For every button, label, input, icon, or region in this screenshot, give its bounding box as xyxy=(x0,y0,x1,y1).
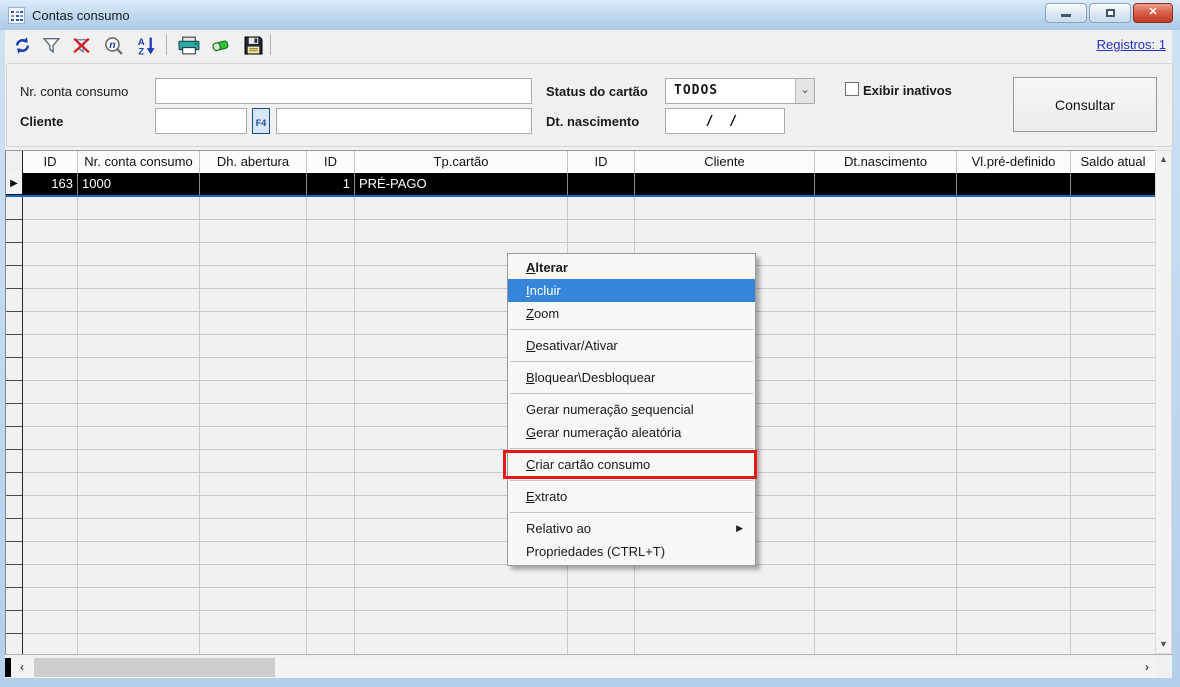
restore-button[interactable] xyxy=(1089,3,1131,23)
scroll-right-icon[interactable]: › xyxy=(1138,658,1156,677)
scroll-down-icon[interactable]: ▼ xyxy=(1156,636,1171,653)
svg-text:n: n xyxy=(109,39,115,51)
cliente-code-input[interactable] xyxy=(155,108,247,134)
cell-nr-conta: 1000 xyxy=(78,173,200,195)
column-header-id2[interactable]: ID xyxy=(307,151,355,173)
cliente-name-input[interactable] xyxy=(276,108,532,134)
close-button[interactable]: ✕ xyxy=(1133,3,1173,23)
filter-icon[interactable] xyxy=(38,34,64,56)
cell-id2: 1 xyxy=(307,173,355,195)
exibir-inativos-checkbox[interactable] xyxy=(845,82,859,96)
grid-column-divider xyxy=(354,197,355,655)
status-cartao-label: Status do cartão xyxy=(546,84,648,99)
indicator-column-header xyxy=(6,151,23,173)
svg-text:Z: Z xyxy=(138,46,144,55)
cell-tp-cartao: PRÉ-PAGO xyxy=(355,173,568,195)
refresh-icon[interactable] xyxy=(9,34,35,56)
horizontal-scrollbar[interactable]: ‹ › xyxy=(5,658,1156,677)
close-icon: ✕ xyxy=(1148,6,1157,18)
status-cartao-select[interactable]: TODOS ⌄ xyxy=(665,78,815,104)
vertical-scrollbar[interactable]: ▲ ▼ xyxy=(1155,150,1172,654)
menu-divider xyxy=(510,448,753,449)
grid-column-divider xyxy=(306,197,307,655)
minimize-button[interactable] xyxy=(1045,3,1087,23)
window-icon xyxy=(8,7,25,24)
zoom-n-icon[interactable]: n xyxy=(100,34,126,56)
grid-bottom-border xyxy=(5,654,1172,655)
menu-item-zoom[interactable]: Zoom xyxy=(508,302,755,325)
nr-conta-input[interactable] xyxy=(155,78,532,104)
menu-divider xyxy=(510,361,753,362)
row-indicator-arrow-icon: ▶ xyxy=(6,173,23,195)
column-header-id[interactable]: ID xyxy=(23,151,78,173)
cell-cliente xyxy=(635,173,815,195)
column-header-nr-conta[interactable]: Nr. conta consumo xyxy=(78,151,200,173)
menu-item-gerar-numeracao-sequencial[interactable]: Gerar numeração sequencial xyxy=(508,398,755,421)
column-header-cliente[interactable]: Cliente xyxy=(635,151,815,173)
horizontal-scroll-thumb[interactable] xyxy=(34,658,275,677)
column-header-vl-pre-definido[interactable]: Vl.pré-definido xyxy=(957,151,1071,173)
frozen-column-marker xyxy=(5,658,11,677)
clear-filter-icon[interactable] xyxy=(68,34,94,56)
cell-vl-pre-definido xyxy=(957,173,1071,195)
menu-divider xyxy=(510,393,753,394)
column-header-id3[interactable]: ID xyxy=(568,151,635,173)
cell-dt-nascimento xyxy=(815,173,957,195)
eraser-icon[interactable] xyxy=(208,34,234,56)
column-header-dh-abertura[interactable]: Dh. abertura xyxy=(200,151,307,173)
grid-column-divider xyxy=(77,197,78,655)
grid-column-divider xyxy=(199,197,200,655)
nr-conta-label: Nr. conta consumo xyxy=(20,84,128,99)
titlebar[interactable]: Contas consumo ✕ xyxy=(0,0,1180,30)
app-window: Contas consumo ✕ n AZ Registros: 1 Nr. c… xyxy=(0,0,1180,687)
registros-link[interactable]: Registros: 1 xyxy=(1097,37,1166,52)
status-cartao-value: TODOS xyxy=(674,83,718,98)
grid-column-divider xyxy=(956,197,957,655)
scroll-up-icon[interactable]: ▲ xyxy=(1156,151,1171,168)
sort-az-icon[interactable]: AZ xyxy=(133,34,159,56)
exibir-inativos-label: Exibir inativos xyxy=(863,83,952,98)
toolbar-divider xyxy=(166,34,167,55)
cell-dh-abertura xyxy=(200,173,307,195)
menu-item-criar-cartao-consumo[interactable]: Criar cartão consumo xyxy=(508,453,755,476)
window-title: Contas consumo xyxy=(32,8,130,23)
menu-divider xyxy=(510,329,753,330)
filter-panel xyxy=(6,63,1173,147)
f4-lookup-button[interactable]: F4 xyxy=(252,108,270,134)
consultar-button[interactable]: Consultar xyxy=(1013,77,1157,132)
print-icon[interactable] xyxy=(176,34,202,56)
menu-item-relativo-ao[interactable]: Relativo ao▶ xyxy=(508,517,755,540)
menu-item-desativar-ativar[interactable]: Desativar/Ativar xyxy=(508,334,755,357)
grid-column-divider xyxy=(1070,197,1071,655)
chevron-down-icon[interactable]: ⌄ xyxy=(795,79,814,103)
dt-nascimento-label: Dt. nascimento xyxy=(546,114,639,129)
cell-id: 163 xyxy=(23,173,78,195)
cell-saldo-atual xyxy=(1071,173,1156,195)
column-header-dt-nascimento[interactable]: Dt.nascimento xyxy=(815,151,957,173)
menu-item-alterar[interactable]: Alterar xyxy=(508,256,755,279)
menu-divider xyxy=(510,512,753,513)
menu-item-extrato[interactable]: Extrato xyxy=(508,485,755,508)
column-header-tp-cartao[interactable]: Tp.cartão xyxy=(355,151,568,173)
context-menu: Alterar Incluir Zoom Desativar/Ativar Bl… xyxy=(507,253,756,566)
menu-item-incluir[interactable]: Incluir xyxy=(508,279,755,302)
restore-icon xyxy=(1106,9,1115,17)
menu-item-bloquear-desbloquear[interactable]: Bloquear\Desbloquear xyxy=(508,366,755,389)
scroll-left-icon[interactable]: ‹ xyxy=(13,658,31,677)
submenu-arrow-icon: ▶ xyxy=(736,517,743,540)
menu-item-propriedades[interactable]: Propriedades (CTRL+T) xyxy=(508,540,755,563)
indicator-column xyxy=(6,197,23,655)
cliente-label: Cliente xyxy=(20,114,63,129)
table-row-selected[interactable]: ▶ 163 1000 1 PRÉ-PAGO xyxy=(6,173,1156,197)
cell-id3 xyxy=(568,173,635,195)
grid-column-divider xyxy=(814,197,815,655)
grid-header-row: ID Nr. conta consumo Dh. abertura ID Tp.… xyxy=(6,151,1156,173)
toolbar-divider xyxy=(270,34,271,55)
save-icon[interactable] xyxy=(240,34,266,56)
column-header-saldo-atual[interactable]: Saldo atual xyxy=(1071,151,1156,173)
menu-item-gerar-numeracao-aleatoria[interactable]: Gerar numeração aleatória xyxy=(508,421,755,444)
minimize-icon xyxy=(1061,14,1071,17)
dt-nascimento-input[interactable] xyxy=(665,108,785,134)
